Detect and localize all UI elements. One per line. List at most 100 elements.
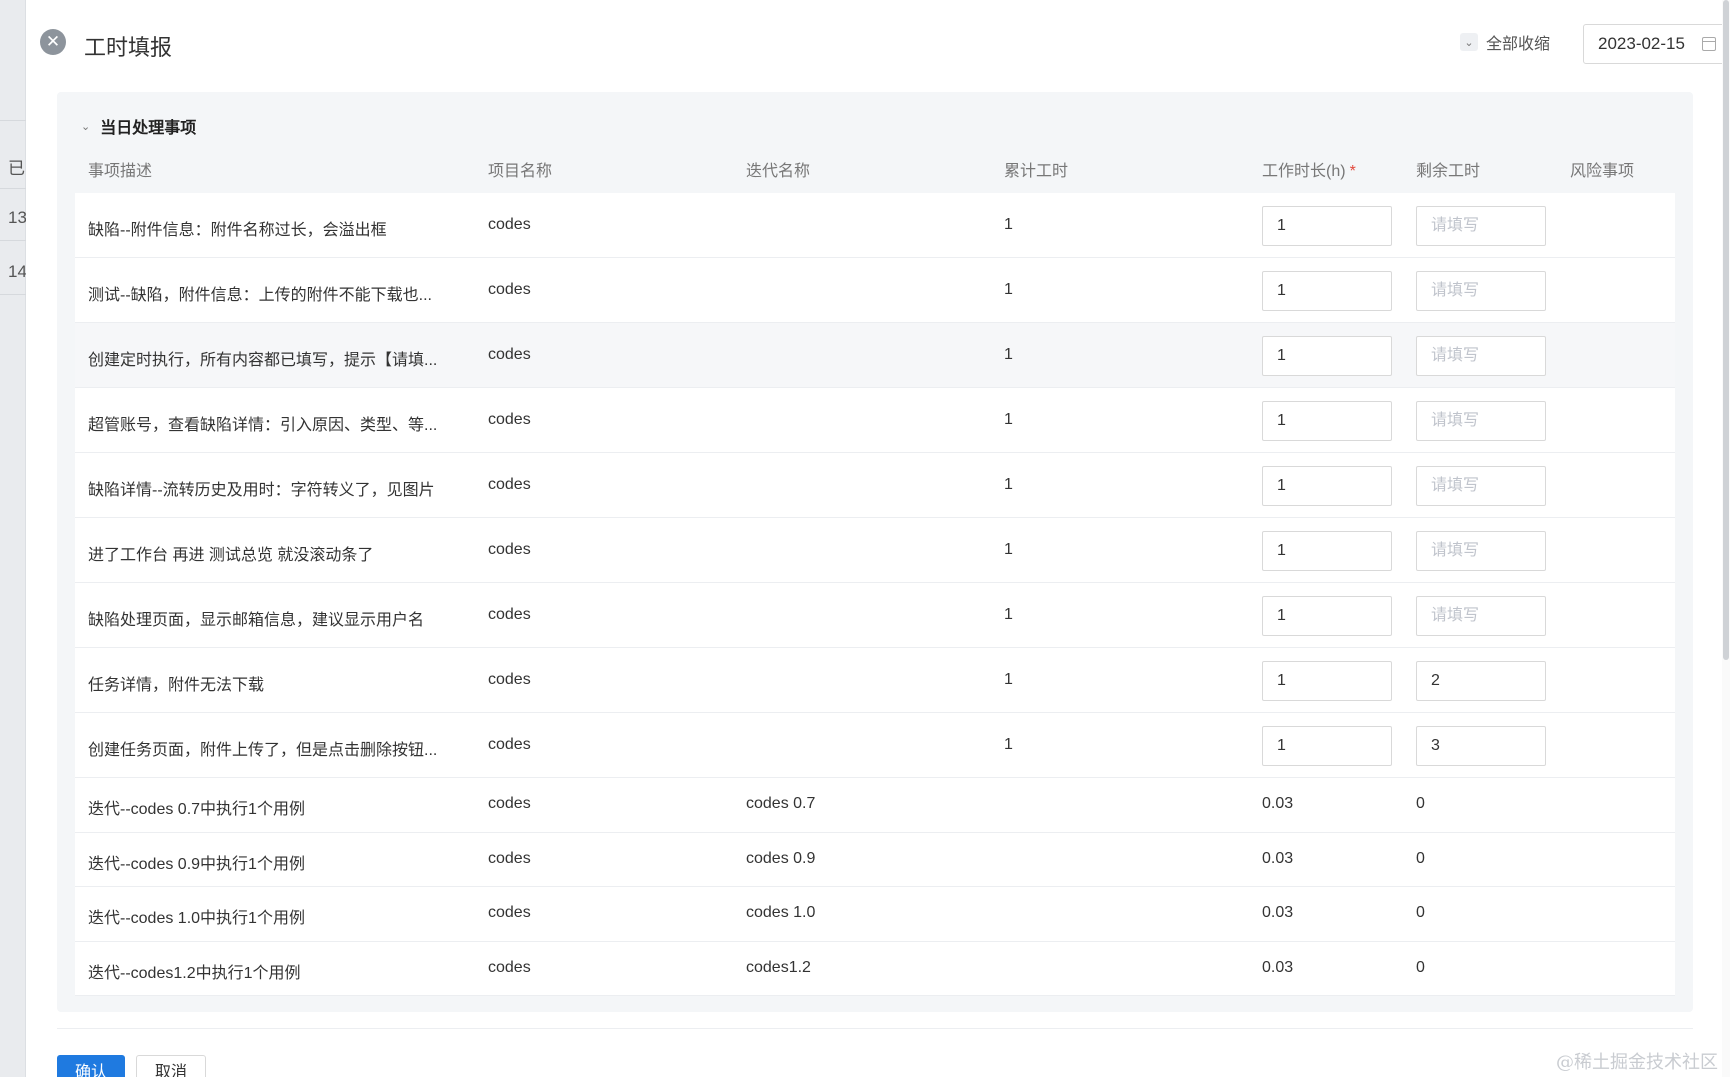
work-hours-input[interactable]: 1: [1262, 270, 1392, 311]
cumulative-hours: 1: [1004, 280, 1013, 298]
work-hours-input[interactable]: 1: [1262, 465, 1392, 506]
cumulative-hours: 1: [1004, 540, 1013, 558]
table-row: 任务详情，附件无法下载 codes 1 1 2: [75, 648, 1675, 713]
cumulative-hours: 1: [1004, 735, 1013, 753]
remaining-hours-input[interactable]: 请填写: [1416, 270, 1546, 311]
item-description: 迭代--codes 0.9中执行1个用例: [88, 855, 305, 873]
cumulative-hours: 1: [1004, 605, 1013, 623]
work-hours-input[interactable]: 1: [1262, 335, 1392, 376]
work-hours-value: 0.03: [1262, 904, 1294, 922]
project-name: codes: [488, 849, 531, 867]
remaining-hours-input[interactable]: 请填写: [1416, 205, 1546, 246]
background-text: 已: [8, 159, 25, 178]
cumulative-hours: 1: [1004, 670, 1013, 688]
work-hours-value: 0.03: [1262, 849, 1294, 867]
item-description: 迭代--codes1.2中执行1个用例: [88, 964, 301, 982]
cumulative-hours: 1: [1004, 475, 1013, 493]
scrollbar-thumb[interactable]: [1723, 0, 1729, 660]
remaining-hours-value: 0: [1416, 958, 1425, 976]
column-header-remaining: 剩余工时: [1416, 163, 1481, 180]
project-name: codes: [488, 215, 531, 233]
remaining-hours-input[interactable]: 2: [1416, 660, 1546, 701]
table-row: 创建任务页面，附件上传了，但是点击删除按钮... codes 1 1 3: [75, 713, 1675, 778]
iteration-name: codes 0.9: [746, 849, 816, 867]
table-row: 缺陷--附件信息：附件名称过长，会溢出框 codes 1 1 请填写: [75, 193, 1675, 258]
item-description: 创建定时执行，所有内容都已填写，提示【请填...: [88, 351, 438, 369]
project-name: codes: [488, 795, 531, 813]
work-hours-input[interactable]: 1: [1262, 400, 1392, 441]
background-divider: [0, 120, 26, 121]
date-picker[interactable]: 2023-02-15: [1583, 24, 1729, 64]
item-description: 进了工作台 再进 测试总览 就没滚动条了: [88, 546, 374, 564]
cancel-button[interactable]: 取消: [136, 1055, 206, 1077]
remaining-hours-input[interactable]: 请填写: [1416, 465, 1546, 506]
column-header-work-hours: 工作时长(h) *: [1262, 157, 1356, 181]
work-hours-input[interactable]: 1: [1262, 530, 1392, 571]
remaining-hours-value: 0: [1416, 795, 1425, 813]
work-hours-value: 0.03: [1262, 958, 1294, 976]
scrollbar[interactable]: [1722, 0, 1730, 1077]
table-row: 创建定时执行，所有内容都已填写，提示【请填... codes 1 1 请填写: [75, 323, 1675, 388]
remaining-hours-value: 0: [1416, 904, 1425, 922]
background-divider: [0, 294, 26, 295]
project-name: codes: [488, 540, 531, 558]
cumulative-hours: 1: [1004, 215, 1013, 233]
item-description: 测试--缺陷，附件信息：上传的附件不能下载也...: [88, 286, 432, 304]
work-hours-input[interactable]: 1: [1262, 725, 1392, 766]
column-header-risk: 风险事项: [1570, 163, 1635, 180]
watermark: @稀土掘金技术社区: [1556, 1052, 1718, 1073]
item-description: 缺陷详情--流转历史及用时：字符转义了，见图片: [88, 481, 435, 499]
confirm-button[interactable]: 确认: [57, 1055, 125, 1077]
work-hours-input[interactable]: 1: [1262, 595, 1392, 636]
section-header[interactable]: ⌄ 当日处理事项: [81, 114, 196, 138]
background-divider: [0, 188, 26, 189]
table-row: 迭代--codes 0.7中执行1个用例 codes codes 0.7 0.03 0: [75, 778, 1675, 833]
remaining-hours-input[interactable]: 请填写: [1416, 530, 1546, 571]
item-description: 迭代--codes 0.7中执行1个用例: [88, 801, 305, 819]
close-icon[interactable]: ✕: [40, 29, 66, 55]
remaining-hours-input[interactable]: 请填写: [1416, 595, 1546, 636]
background-divider: [0, 240, 26, 241]
background-text: 14: [8, 262, 27, 281]
iteration-name: codes 0.7: [746, 795, 816, 813]
project-name: codes: [488, 605, 531, 623]
work-hours-label: 工作时长(h): [1262, 163, 1346, 180]
footer-divider: [57, 1028, 1693, 1029]
item-description: 迭代--codes 1.0中执行1个用例: [88, 910, 305, 928]
work-hours-input[interactable]: 1: [1262, 205, 1392, 246]
work-hours-input[interactable]: 1: [1262, 660, 1392, 701]
project-name: codes: [488, 670, 531, 688]
column-header-iteration: 迭代名称: [746, 163, 811, 180]
remaining-hours-value: 0: [1416, 849, 1425, 867]
items-table: 缺陷--附件信息：附件名称过长，会溢出框 codes 1 1 请填写 测试--缺陷，附件信…: [75, 193, 1675, 996]
collapse-all-toggle[interactable]: ⌄ 全部收缩: [1460, 30, 1550, 54]
table-row: 迭代--codes 1.0中执行1个用例 codes codes 1.0 0.03 0: [75, 887, 1675, 942]
project-name: codes: [488, 735, 531, 753]
section-title: 当日处理事项: [100, 120, 197, 137]
dialog-title: 工时填报: [84, 35, 173, 60]
background-page: 已 13 14: [0, 0, 27, 1077]
table-row: 缺陷详情--流转历史及用时：字符转义了，见图片 codes 1 1 请填写: [75, 453, 1675, 518]
calendar-icon: [1702, 37, 1716, 51]
remaining-hours-input[interactable]: 3: [1416, 725, 1546, 766]
table-row: 迭代--codes1.2中执行1个用例 codes codes1.2 0.03 0: [75, 941, 1675, 996]
project-name: codes: [488, 280, 531, 298]
project-name: codes: [488, 958, 531, 976]
chevron-down-icon: ⌄: [1460, 33, 1478, 51]
table-row: 进了工作台 再进 测试总览 就没滚动条了 codes 1 1 请填写: [75, 518, 1675, 583]
project-name: codes: [488, 410, 531, 428]
collapse-all-label: 全部收缩: [1486, 36, 1551, 53]
item-description: 缺陷处理页面，显示邮箱信息，建议显示用户名: [88, 611, 425, 629]
cumulative-hours: 1: [1004, 410, 1013, 428]
required-mark: *: [1349, 163, 1356, 180]
remaining-hours-input[interactable]: 请填写: [1416, 400, 1546, 441]
iteration-name: codes 1.0: [746, 904, 816, 922]
item-description: 创建任务页面，附件上传了，但是点击删除按钮...: [88, 741, 438, 759]
item-description: 任务详情，附件无法下载: [88, 676, 265, 694]
work-hours-value: 0.03: [1262, 795, 1294, 813]
chevron-down-icon: ⌄: [81, 120, 91, 133]
iteration-name: codes1.2: [746, 958, 811, 976]
cumulative-hours: 1: [1004, 345, 1013, 363]
remaining-hours-input[interactable]: 请填写: [1416, 335, 1546, 376]
column-header-project: 项目名称: [488, 163, 553, 180]
